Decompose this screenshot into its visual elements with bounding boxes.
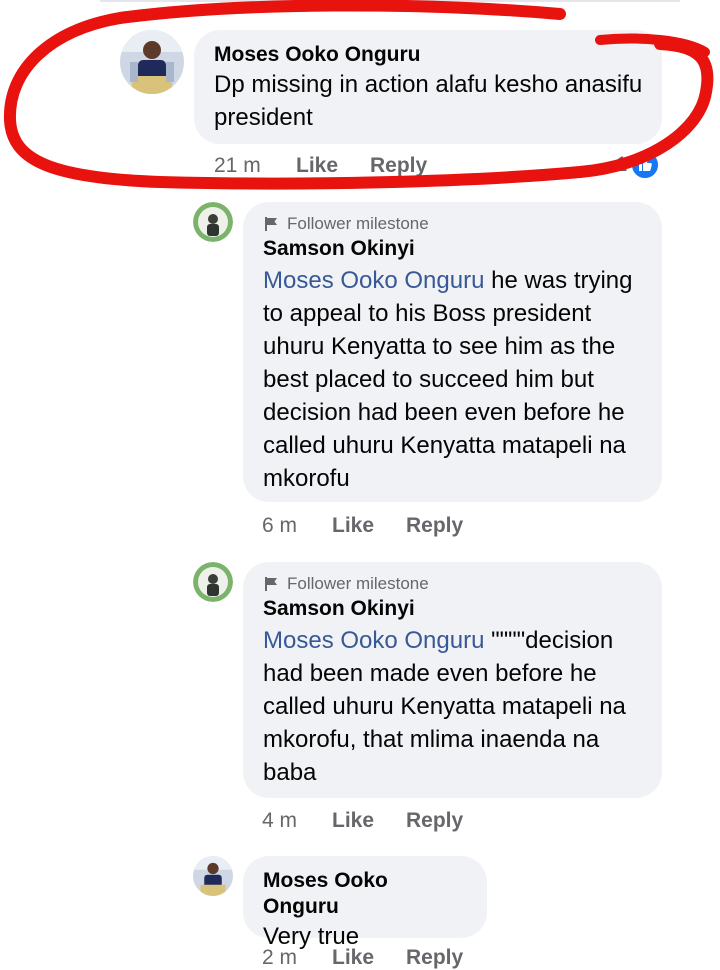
follower-milestone-badge: Follower milestone	[263, 574, 644, 594]
mention-link[interactable]: Moses Ooko Onguru	[263, 627, 484, 654]
reply-button[interactable]: Reply	[370, 154, 427, 178]
comment-bubble[interactable]: Moses Ooko Onguru Dp missing in action a…	[194, 30, 662, 144]
like-button[interactable]: Like	[332, 809, 406, 833]
comment-author[interactable]: Samson Okinyi	[263, 596, 644, 622]
avatar[interactable]	[193, 202, 233, 242]
badge-label: Follower milestone	[287, 574, 429, 593]
comment-bubble[interactable]: Follower milestone Samson Okinyi Moses O…	[243, 562, 662, 798]
comment-actions: 6 m Like Reply	[262, 514, 463, 538]
divider-line	[100, 0, 680, 2]
comment-body: he was trying to appeal to his Boss pres…	[263, 267, 633, 492]
comment-author[interactable]: Moses Ooko Onguru	[263, 868, 469, 920]
avatar[interactable]	[120, 30, 184, 94]
comment-timestamp[interactable]: 2 m	[262, 946, 332, 970]
avatar[interactable]	[193, 856, 233, 896]
like-button[interactable]: Like	[332, 514, 406, 538]
avatar-photo-icon	[193, 562, 233, 602]
comment-text: Dp missing in action alafu kesho anasifu…	[214, 71, 643, 131]
comment-actions: 4 m Like Reply	[262, 809, 463, 833]
comment-text: Moses Ooko Onguru """"decision had been …	[263, 624, 644, 789]
comment-text: Moses Ooko Onguru he was trying to appea…	[263, 264, 644, 495]
reaction-summary[interactable]: 1	[616, 150, 660, 180]
reply-button[interactable]: Reply	[406, 514, 463, 538]
reaction-count: 1	[616, 153, 628, 176]
comment-timestamp[interactable]: 6 m	[262, 514, 332, 538]
reply-button[interactable]: Reply	[406, 809, 463, 833]
comment-actions: 21 m Like Reply	[214, 154, 427, 178]
flag-icon	[265, 217, 277, 231]
like-button[interactable]: Like	[296, 154, 370, 178]
avatar-photo-icon	[120, 30, 184, 94]
comment-bubble[interactable]: Moses Ooko Onguru Very true	[243, 856, 487, 950]
follower-milestone-badge: Follower milestone	[263, 214, 644, 234]
comment-author[interactable]: Samson Okinyi	[263, 236, 644, 262]
comment-timestamp[interactable]: 21 m	[214, 154, 296, 178]
mention-link[interactable]: Moses Ooko Onguru	[263, 267, 484, 294]
avatar[interactable]	[193, 562, 233, 602]
badge-label: Follower milestone	[287, 214, 429, 233]
reply-button[interactable]: Reply	[406, 946, 463, 970]
avatar-photo-icon	[193, 856, 233, 896]
flag-icon	[265, 577, 277, 591]
comment-bubble[interactable]: Follower milestone Samson Okinyi Moses O…	[243, 202, 662, 502]
like-button[interactable]: Like	[332, 946, 406, 970]
avatar-photo-icon	[193, 202, 233, 242]
comment-author[interactable]: Moses Ooko Onguru	[214, 42, 644, 68]
comment-actions: 2 m Like Reply	[262, 946, 463, 970]
comment-timestamp[interactable]: 4 m	[262, 809, 332, 833]
thumbs-up-icon	[629, 150, 660, 180]
